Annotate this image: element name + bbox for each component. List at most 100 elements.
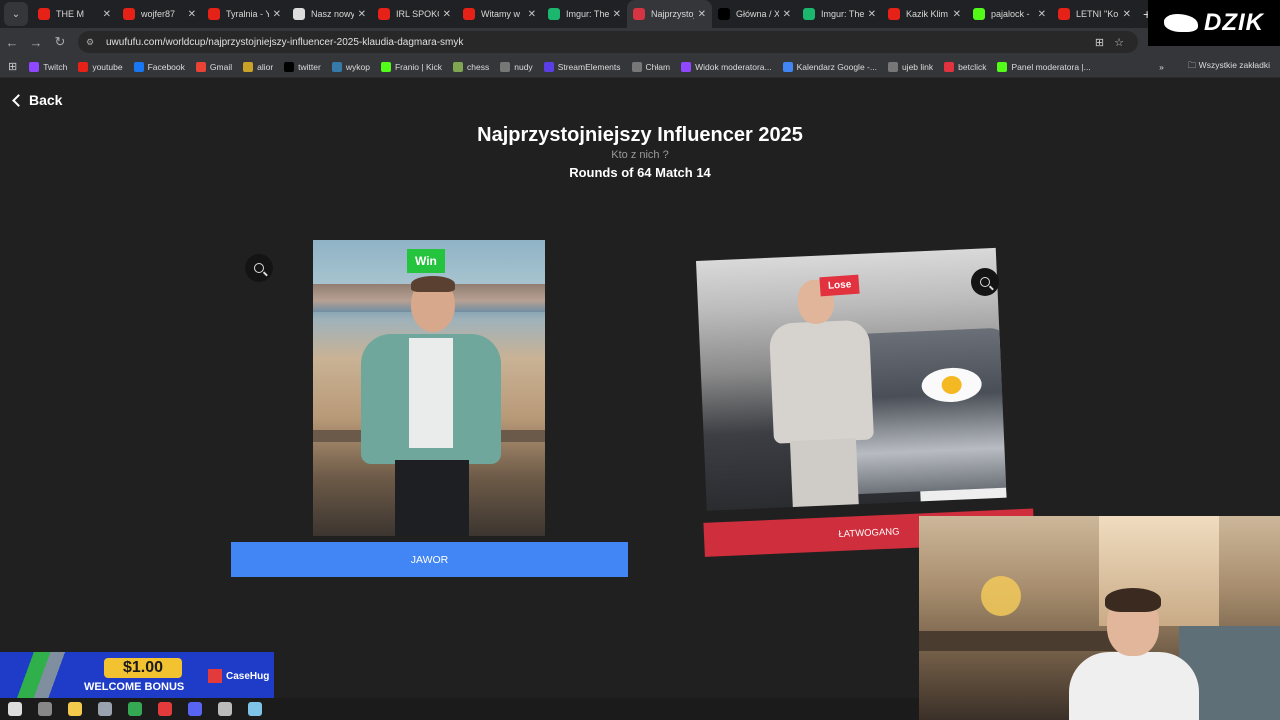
browser-tab[interactable]: Imgur: The ✕ (797, 0, 882, 28)
back-link[interactable]: Back (12, 92, 62, 108)
back-arrow-icon[interactable]: ← (0, 35, 24, 50)
bookmark-favicon-icon (500, 61, 511, 72)
close-tab-icon[interactable]: ✕ (868, 9, 876, 20)
youtube-icon (378, 8, 390, 20)
browser-tab[interactable]: wojfer87 ✕ (117, 0, 202, 28)
close-tab-icon[interactable]: ✕ (698, 9, 706, 20)
browser-tabstrip: ⌄ THE M ✕ wojfer87 ✕ Tyralnia - Y ✕ Nasz nowy ✕… (0, 0, 1280, 28)
bookmark-item[interactable]: Franio | Kick (380, 61, 443, 72)
bookmark-item[interactable]: Widok moderatora... (681, 61, 772, 72)
tab-search-chevron-icon[interactable]: ⌄ (4, 2, 28, 26)
youtube-icon (888, 8, 900, 20)
bookmark-item[interactable]: Gmail (195, 61, 232, 72)
browser-tab[interactable]: Nasz nowy ✕ (287, 0, 372, 28)
bookmark-item[interactable]: betclick (944, 61, 986, 72)
browser-tab[interactable]: pajalock - ✕ (967, 0, 1052, 28)
screen-root: { "browser": { "tabs": [ {"title": "THE … (0, 0, 1280, 720)
bookmark-item[interactable]: wykop (331, 61, 370, 72)
close-tab-icon[interactable]: ✕ (783, 9, 791, 20)
app-icon[interactable] (158, 702, 172, 716)
url-text: uwufufu.com/worldcup/najprzystojniejszy-… (106, 36, 464, 48)
apps-grid-icon[interactable]: ⊞ (8, 60, 17, 73)
browser-tab[interactable]: Tyralnia - Y ✕ (202, 0, 287, 28)
close-tab-icon[interactable]: ✕ (103, 9, 111, 20)
browser-tab[interactable]: Imgur: The ✕ (542, 0, 627, 28)
all-bookmarks-label: Wszystkie zakładki (1198, 60, 1270, 70)
close-tab-icon[interactable]: ✕ (273, 9, 281, 20)
bookmark-favicon-icon (631, 61, 642, 72)
zoom-left-icon[interactable] (245, 254, 273, 282)
bookmark-item[interactable]: alior (243, 61, 274, 72)
bookmark-favicon-icon (543, 61, 554, 72)
close-tab-icon[interactable]: ✕ (1123, 9, 1131, 20)
promo-brand: CaseHug (208, 669, 269, 683)
browser-tab[interactable]: IRL SPOKO ✕ (372, 0, 457, 28)
bookmark-label: Franio | Kick (394, 61, 443, 72)
discord-icon[interactable] (188, 702, 202, 716)
browser-tab[interactable]: THE M ✕ (32, 0, 117, 28)
all-bookmarks-folder[interactable]: 🗀 Wszystkie zakładki (1188, 60, 1270, 74)
search-icon[interactable] (38, 702, 52, 716)
promo-brand-name: CaseHug (226, 670, 270, 682)
bookmarks-overflow-icon[interactable]: » (1159, 62, 1164, 72)
close-tab-icon[interactable]: ✕ (528, 9, 536, 20)
promo-banner: $1.00 WELCOME BONUS CaseHug (0, 652, 274, 698)
vote-left-button[interactable]: JAWOR (231, 542, 628, 577)
translate-icon[interactable]: ⊞ (1095, 36, 1104, 49)
site-info-icon[interactable]: ⚙ (86, 37, 98, 47)
tab-title: pajalock - (991, 9, 1030, 19)
close-tab-icon[interactable]: ✕ (443, 9, 451, 20)
reload-icon[interactable]: ↻ (48, 34, 72, 50)
browser-tab[interactable]: Witamy w ✕ (457, 0, 542, 28)
bookmark-item[interactable]: Facebook (133, 61, 185, 72)
tab-title: Tyralnia - Y (226, 9, 269, 19)
app-icon[interactable] (248, 702, 262, 716)
bookmark-label: alior (257, 61, 274, 72)
bookmark-label: wykop (345, 61, 370, 72)
chrome-icon[interactable] (128, 702, 142, 716)
x-icon (718, 8, 730, 20)
bookmark-item[interactable]: StreamElements (543, 61, 621, 72)
bookmark-item[interactable]: twitter (284, 61, 321, 72)
bookmark-favicon-icon (284, 61, 295, 72)
bookmark-item[interactable]: ujeb link (887, 61, 934, 72)
close-tab-icon[interactable]: ✕ (1038, 9, 1046, 20)
bookmark-item[interactable]: Chłam (631, 61, 670, 72)
forward-arrow-icon[interactable]: → (24, 35, 48, 50)
settings-gear-icon[interactable] (218, 702, 232, 716)
promo-amount: $1.00 (104, 658, 182, 678)
candidate-left-photo[interactable] (313, 240, 545, 536)
file-explorer-icon[interactable] (68, 702, 82, 716)
tab-title: wojfer87 (141, 9, 176, 19)
close-tab-icon[interactable]: ✕ (358, 9, 366, 20)
tab-title: Główna / X (736, 9, 779, 19)
page-subtitle: Kto z nich ? (611, 149, 669, 161)
bookmark-item[interactable]: nudy (500, 61, 533, 72)
bookmark-item[interactable]: chess (453, 61, 489, 72)
bookmark-label: ujeb link (901, 61, 934, 72)
browser-tab[interactable]: Najprzystoj ✕ (627, 0, 712, 28)
bookmark-item[interactable]: Kalendarz Google -... (782, 61, 877, 72)
browser-tab[interactable]: Kazik Klim ✕ (882, 0, 967, 28)
bookmark-star-icon[interactable]: ☆ (1114, 36, 1124, 49)
bookmark-favicon-icon (782, 61, 793, 72)
browser-tab[interactable]: Główna / X ✕ (712, 0, 797, 28)
app-icon[interactable] (98, 702, 112, 716)
close-tab-icon[interactable]: ✕ (188, 9, 196, 20)
streamer-figure (1069, 588, 1199, 720)
tab-title: Nasz nowy (311, 9, 354, 19)
windows-start-icon[interactable] (8, 702, 22, 716)
bookmark-favicon-icon (195, 61, 206, 72)
browser-tab[interactable]: LETNI "Ko ✕ (1052, 0, 1137, 28)
address-bar[interactable]: ⚙ uwufufu.com/worldcup/najprzystojniejsz… (78, 31, 1138, 53)
zoom-right-icon[interactable] (971, 268, 999, 296)
page-title: Najprzystojniejszy Influencer 2025 (477, 124, 803, 146)
bookmark-item[interactable]: youtube (78, 61, 123, 72)
bookmark-item[interactable]: Panel moderatora |... (997, 61, 1091, 72)
boar-logo-icon (1164, 14, 1198, 32)
close-tab-icon[interactable]: ✕ (613, 9, 621, 20)
close-tab-icon[interactable]: ✕ (953, 9, 961, 20)
bookmark-favicon-icon (331, 61, 342, 72)
bookmark-label: youtube (92, 61, 123, 72)
bookmark-item[interactable]: Twitch (29, 61, 67, 72)
